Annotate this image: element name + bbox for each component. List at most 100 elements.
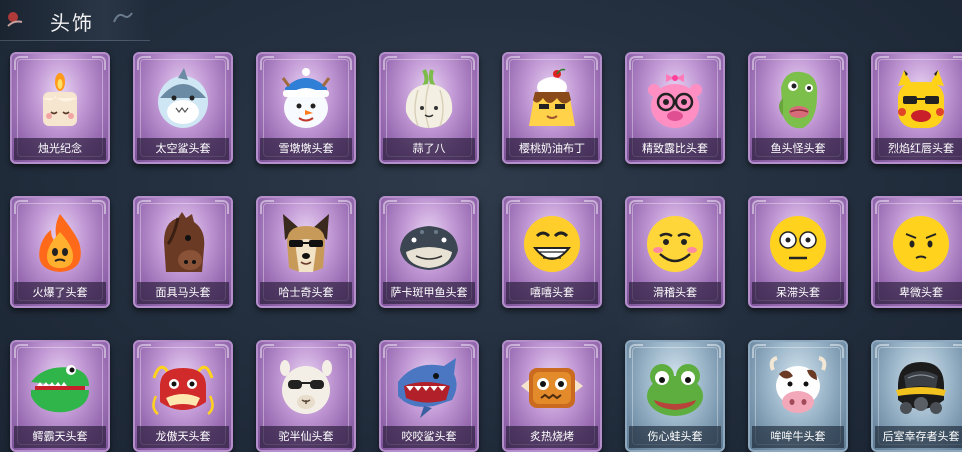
headwear-item[interactable]: 伤心蛙头套 <box>625 340 725 452</box>
headwear-card[interactable]: 烈焰红唇头套 <box>871 52 962 164</box>
pudding-icon <box>517 68 587 132</box>
headwear-label: 火爆了头套 <box>14 282 106 304</box>
headwear-label: 卑微头套 <box>875 282 962 304</box>
headwear-label: 蒜了八 <box>383 138 475 160</box>
headwear-label: 哈士奇头套 <box>260 282 352 304</box>
headwear-card[interactable]: 哞哞牛头套 <box>748 340 848 452</box>
headwear-card[interactable]: 雪墩墩头套 <box>256 52 356 164</box>
headwear-item[interactable]: 呆滞头套 <box>748 196 848 308</box>
swirl-ornament-icon <box>113 12 133 23</box>
fish-monster-icon <box>763 68 833 132</box>
headwear-label: 嘻嘻头套 <box>506 282 598 304</box>
headwear-card[interactable]: 嘻嘻头套 <box>502 196 602 308</box>
category-header: 头饰 <box>0 0 150 41</box>
headwear-item[interactable]: 卑微头套 <box>871 196 962 308</box>
headwear-item[interactable]: 嘻嘻头套 <box>502 196 602 308</box>
snowman-icon <box>271 68 341 132</box>
headwear-label: 鱼头怪头套 <box>752 138 844 160</box>
headwear-label: 烛光纪念 <box>14 138 106 160</box>
headwear-item[interactable]: 龙傲天头套 <box>133 340 233 452</box>
headwear-label: 伤心蛙头套 <box>629 426 721 448</box>
headwear-label: 驼半仙头套 <box>260 426 352 448</box>
headwear-card[interactable]: 太空鲨头套 <box>133 52 233 164</box>
yellow-lips-icon <box>886 68 956 132</box>
headwear-label: 鳄霸天头套 <box>14 426 106 448</box>
headwear-card[interactable]: 呆滞头套 <box>748 196 848 308</box>
headwear-card[interactable]: 炙热烧烤 <box>502 340 602 452</box>
header-ornament-icon <box>7 12 23 27</box>
garlic-icon <box>394 68 464 132</box>
headwear-label: 樱桃奶油布丁 <box>506 138 598 160</box>
headwear-item[interactable]: 鱼头怪头套 <box>748 52 848 164</box>
headwear-label: 咬咬鲨头套 <box>383 426 475 448</box>
headwear-card[interactable]: 烛光纪念 <box>10 52 110 164</box>
funny-emoji-icon <box>640 212 710 276</box>
headwear-label: 面具马头套 <box>137 282 229 304</box>
headwear-card[interactable]: 樱桃奶油布丁 <box>502 52 602 164</box>
headwear-label: 萨卡斑甲鱼头套 <box>383 282 475 304</box>
dragon-icon <box>148 356 218 420</box>
headwear-item[interactable]: 咬咬鲨头套 <box>379 340 479 452</box>
dazed-emoji-icon <box>763 212 833 276</box>
bbq-icon <box>517 356 587 420</box>
fire-icon <box>25 212 95 276</box>
space-shark-icon <box>148 68 218 132</box>
biting-shark-icon <box>394 356 464 420</box>
headwear-item[interactable]: 滑稽头套 <box>625 196 725 308</box>
headwear-item[interactable]: 面具马头套 <box>133 196 233 308</box>
pink-pig-icon <box>640 68 710 132</box>
headwear-card[interactable]: 龙傲天头套 <box>133 340 233 452</box>
cow-icon <box>763 356 833 420</box>
headwear-card[interactable]: 火爆了头套 <box>10 196 110 308</box>
headwear-card[interactable]: 萨卡斑甲鱼头套 <box>379 196 479 308</box>
headwear-item[interactable]: 太空鲨头套 <box>133 52 233 164</box>
headwear-item[interactable]: 驼半仙头套 <box>256 340 356 452</box>
headwear-label: 雪墩墩头套 <box>260 138 352 160</box>
category-title: 头饰 <box>50 11 94 35</box>
headwear-card[interactable]: 鳄霸天头套 <box>10 340 110 452</box>
headwear-label: 太空鲨头套 <box>137 138 229 160</box>
headwear-card[interactable]: 咬咬鲨头套 <box>379 340 479 452</box>
candle-icon <box>25 68 95 132</box>
headwear-label: 哞哞牛头套 <box>752 426 844 448</box>
grin-emoji-icon <box>517 212 587 276</box>
headwear-label: 龙傲天头套 <box>137 426 229 448</box>
alpaca-icon <box>271 356 341 420</box>
catfish-icon <box>394 212 464 276</box>
crocodile-icon <box>25 356 95 420</box>
headwear-card[interactable]: 驼半仙头套 <box>256 340 356 452</box>
headwear-card[interactable]: 哈士奇头套 <box>256 196 356 308</box>
headwear-item[interactable]: 萨卡斑甲鱼头套 <box>379 196 479 308</box>
headwear-item[interactable]: 哞哞牛头套 <box>748 340 848 452</box>
headwear-item[interactable]: 烛光纪念 <box>10 52 110 164</box>
headwear-label: 后室幸存者头套 <box>875 426 962 448</box>
sad-frog-icon <box>640 356 710 420</box>
headwear-card[interactable]: 蒜了八 <box>379 52 479 164</box>
headwear-item[interactable]: 火爆了头套 <box>10 196 110 308</box>
headwear-card[interactable]: 后室幸存者头套 <box>871 340 962 452</box>
headwear-card[interactable]: 面具马头套 <box>133 196 233 308</box>
headwear-label: 呆滞头套 <box>752 282 844 304</box>
headwear-label: 滑稽头套 <box>629 282 721 304</box>
headwear-item[interactable]: 炙热烧烤 <box>502 340 602 452</box>
horse-icon <box>148 212 218 276</box>
headwear-card[interactable]: 精致露比头套 <box>625 52 725 164</box>
headwear-label: 精致露比头套 <box>629 138 721 160</box>
headwear-item[interactable]: 精致露比头套 <box>625 52 725 164</box>
headwear-label: 炙热烧烤 <box>506 426 598 448</box>
headwear-card[interactable]: 滑稽头套 <box>625 196 725 308</box>
headwear-label: 烈焰红唇头套 <box>875 138 962 160</box>
husky-icon <box>271 212 341 276</box>
headwear-card[interactable]: 卑微头套 <box>871 196 962 308</box>
headwear-card[interactable]: 伤心蛙头套 <box>625 340 725 452</box>
headwear-card[interactable]: 鱼头怪头套 <box>748 52 848 164</box>
headwear-item[interactable]: 蒜了八 <box>379 52 479 164</box>
headwear-item[interactable]: 哈士奇头套 <box>256 196 356 308</box>
headwear-item[interactable]: 鳄霸天头套 <box>10 340 110 452</box>
gas-mask-icon <box>886 356 956 420</box>
humble-emoji-icon <box>886 212 956 276</box>
headwear-item[interactable]: 樱桃奶油布丁 <box>502 52 602 164</box>
headwear-item[interactable]: 雪墩墩头套 <box>256 52 356 164</box>
headwear-item[interactable]: 后室幸存者头套 <box>871 340 962 452</box>
headwear-item[interactable]: 烈焰红唇头套 <box>871 52 962 164</box>
